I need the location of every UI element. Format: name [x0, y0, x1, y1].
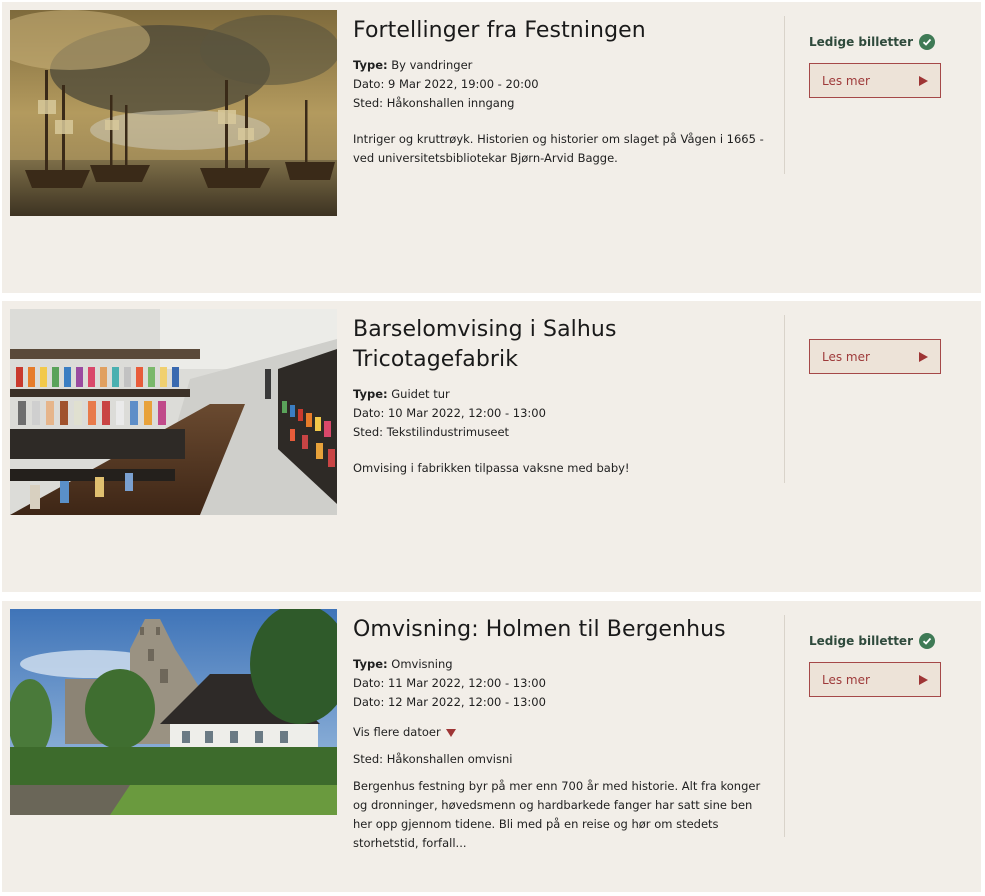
availability-status: Ledige billetter: [809, 633, 935, 649]
type-label: Type:: [353, 657, 388, 671]
event-type: Type: By vandringer: [353, 56, 775, 75]
type-value: Omvisning: [391, 657, 453, 671]
event-type: Type: Guidet tur: [353, 385, 775, 404]
read-more-label: Les mer: [822, 349, 870, 364]
event-info: Barselomvising i Salhus Tricotagefabrik …: [353, 315, 775, 478]
event-description: Intriger og kruttrøyk. Historien og hist…: [353, 132, 764, 165]
event-title[interactable]: Omvisning: Holmen til Bergenhus: [353, 615, 775, 645]
play-arrow-icon: [919, 75, 928, 86]
type-label: Type:: [353, 387, 388, 401]
event-image-naval-battle-painting[interactable]: [10, 10, 337, 216]
show-more-dates-label: Vis flere datoer: [353, 725, 441, 739]
event-description: Bergenhus festning byr på mer enn 700 år…: [353, 779, 761, 850]
check-circle-icon: [919, 34, 935, 50]
availability-label: Ledige billetter: [809, 35, 913, 49]
event-location: Sted: Håkonshallen omvisni: [353, 752, 513, 766]
event-image-textile-factory[interactable]: [10, 309, 337, 515]
event-info: Omvisning: Holmen til Bergenhus Type: Om…: [353, 615, 775, 853]
divider: [784, 615, 785, 837]
event-date: Dato: 10 Mar 2022, 12:00 - 13:00: [353, 406, 546, 420]
event-date: Dato: 11 Mar 2022, 12:00 - 13:00: [353, 676, 546, 690]
read-more-button[interactable]: Les mer: [809, 339, 941, 374]
type-value: Guidet tur: [391, 387, 450, 401]
divider: [784, 16, 785, 174]
availability-label: Ledige billetter: [809, 634, 913, 648]
type-label: Type:: [353, 58, 388, 72]
read-more-label: Les mer: [822, 672, 870, 687]
event-card: Omvisning: Holmen til Bergenhus Type: Om…: [2, 601, 981, 892]
event-date: Dato: 12 Mar 2022, 12:00 - 13:00: [353, 695, 546, 709]
read-more-button[interactable]: Les mer: [809, 63, 941, 98]
event-image-bergenhus-fortress[interactable]: [10, 609, 337, 815]
show-more-dates-toggle[interactable]: Vis flere datoer: [353, 723, 456, 742]
play-arrow-icon: [919, 674, 928, 685]
event-location: Sted: Tekstilindustrimuseet: [353, 425, 510, 439]
event-location: Sted: Håkonshallen inngang: [353, 96, 515, 110]
caret-down-icon: [445, 728, 456, 737]
event-title[interactable]: Fortellinger fra Festningen: [353, 16, 775, 46]
event-card: Barselomvising i Salhus Tricotagefabrik …: [2, 301, 981, 592]
event-description: Omvising i fabrikken tilpassa vaksne med…: [353, 461, 630, 475]
read-more-button[interactable]: Les mer: [809, 662, 941, 697]
event-card: Fortellinger fra Festningen Type: By van…: [2, 2, 981, 293]
type-value: By vandringer: [391, 58, 473, 72]
event-info: Fortellinger fra Festningen Type: By van…: [353, 16, 775, 168]
event-date: Dato: 9 Mar 2022, 19:00 - 20:00: [353, 77, 539, 91]
event-type: Type: Omvisning: [353, 655, 775, 674]
read-more-label: Les mer: [822, 73, 870, 88]
event-title[interactable]: Barselomvising i Salhus Tricotagefabrik: [353, 315, 775, 375]
availability-status: Ledige billetter: [809, 34, 935, 50]
play-arrow-icon: [919, 351, 928, 362]
check-circle-icon: [919, 633, 935, 649]
divider: [784, 315, 785, 483]
